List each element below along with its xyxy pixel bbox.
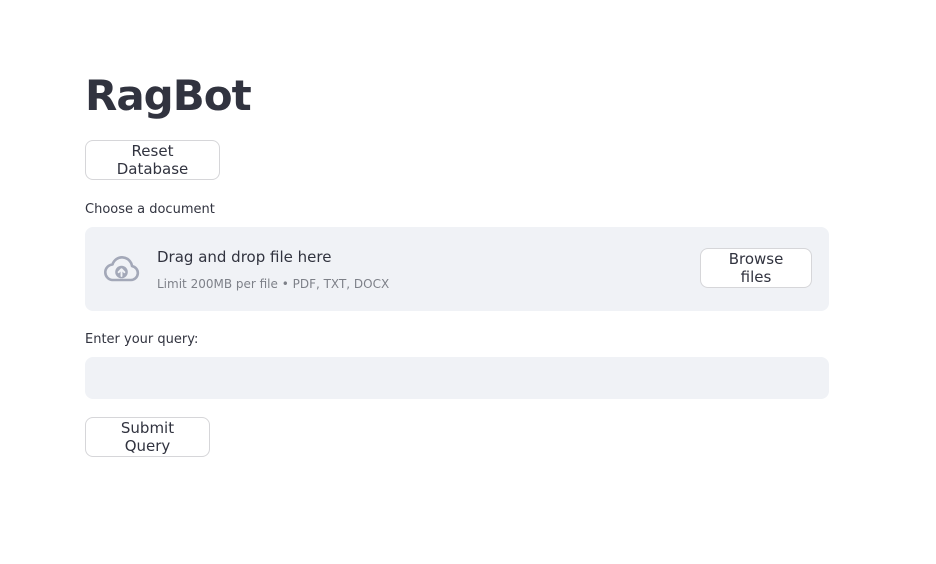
query-input-label: Enter your query:: [85, 332, 199, 347]
main-page: RagBot Reset Database Choose a document …: [0, 0, 936, 564]
cloud-upload-icon: [101, 253, 141, 285]
reset-database-button[interactable]: Reset Database: [85, 140, 220, 180]
file-dropzone[interactable]: Drag and drop file here Limit 200MB per …: [85, 227, 829, 311]
file-uploader-label: Choose a document: [85, 202, 215, 217]
submit-query-button[interactable]: Submit Query: [85, 417, 210, 457]
browse-files-button[interactable]: Browse files: [700, 248, 812, 288]
dropzone-instructions: Drag and drop file here: [157, 248, 332, 266]
query-input[interactable]: [85, 357, 829, 399]
dropzone-file-limit: Limit 200MB per file • PDF, TXT, DOCX: [157, 277, 390, 291]
page-title: RagBot: [85, 71, 252, 120]
